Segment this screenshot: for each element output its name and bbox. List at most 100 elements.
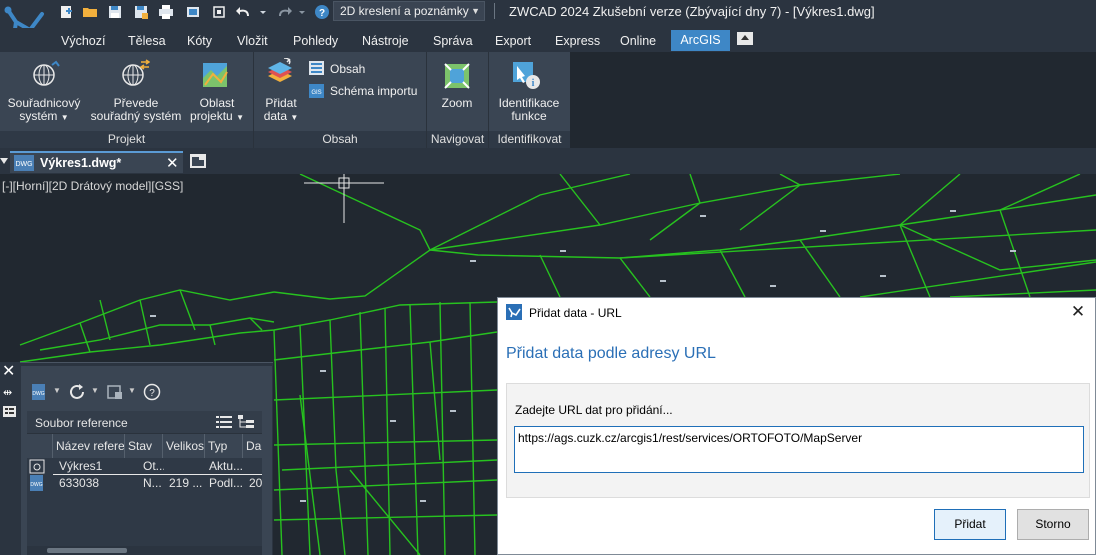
chevron-down-icon: ▼ <box>471 6 480 16</box>
refresh-icon[interactable] <box>68 383 86 401</box>
column-header-status[interactable]: Stav <box>125 434 163 458</box>
svg-text:i: i <box>532 78 535 89</box>
attach-dwg-icon[interactable]: DWG <box>30 383 48 401</box>
tree-view-icon[interactable] <box>238 415 254 429</box>
svg-text:?: ? <box>149 388 155 399</box>
column-header-size[interactable]: Velikost <box>163 434 205 458</box>
print-icon[interactable] <box>158 4 174 20</box>
reference-files-header: Soubor reference <box>27 411 262 434</box>
open-folder-icon[interactable] <box>82 4 98 20</box>
auto-hide-icon[interactable]: ⇹ <box>3 386 12 399</box>
add-data-icon <box>268 58 292 82</box>
row-date <box>246 458 262 474</box>
tab-nastroje[interactable]: Nástroje <box>362 34 409 48</box>
svg-text:DWG: DWG <box>15 161 32 168</box>
panel-navigovat-label: Navigovat <box>427 131 488 148</box>
horizontal-scrollbar[interactable] <box>27 546 262 555</box>
tab-sprava[interactable]: Správa <box>433 34 473 48</box>
change-path-icon[interactable] <box>106 383 124 401</box>
save-icon[interactable] <box>107 4 123 20</box>
column-header-icon[interactable] <box>27 434 53 458</box>
dialog-title-bar[interactable]: Přidat data - URL ✕ <box>498 298 1095 327</box>
plot-icon[interactable] <box>185 4 201 20</box>
zoom-extents-icon[interactable] <box>211 4 227 20</box>
tab-document[interactable]: DWG Výkres1.dwg* ✕ <box>10 151 183 173</box>
row-size: 219 ... <box>169 476 203 490</box>
chevron-down-icon[interactable]: ▼ <box>53 386 61 395</box>
help-icon[interactable]: ? <box>143 383 161 401</box>
identify-label-2: funkce <box>511 109 547 123</box>
zoom-button[interactable]: Zoom <box>428 97 486 110</box>
import-schema-button[interactable]: Schéma importu <box>330 84 417 98</box>
row-name: 633038 <box>59 476 100 490</box>
project-area-button[interactable]: Oblast projektu ▼ <box>186 97 248 124</box>
chevron-down-icon: ▼ <box>236 113 244 122</box>
content-button[interactable]: Obsah <box>330 62 365 76</box>
close-icon[interactable]: ✕ <box>2 364 15 380</box>
redo-icon[interactable] <box>276 4 292 20</box>
tab-koty[interactable]: Kóty <box>187 34 212 48</box>
cancel-button[interactable]: Storno <box>1017 509 1089 540</box>
ribbon-collapse-button[interactable] <box>737 32 753 45</box>
title-separator <box>494 3 495 19</box>
viewport-controls-label[interactable]: [-][Horní][2D Drátový model][GSS] <box>2 179 183 193</box>
help-icon[interactable]: ? <box>314 4 330 20</box>
transform-coordinates-icon <box>122 59 150 86</box>
content-icon <box>309 61 324 75</box>
add-data-button[interactable]: Přidat data ▼ <box>256 97 306 124</box>
add-button[interactable]: Přidat <box>934 509 1006 540</box>
panel-identifikovat-label: Identifikovat <box>489 131 570 148</box>
transform-coordinates-button[interactable]: Převede souřadný systém <box>86 97 186 123</box>
row-date: 20 <box>249 476 262 490</box>
tab-express[interactable]: Express <box>555 34 600 48</box>
undo-dropdown-icon[interactable] <box>258 4 268 20</box>
column-header-type[interactable]: Typ <box>205 434 243 458</box>
chevron-down-icon[interactable]: ▼ <box>91 386 99 395</box>
add-data-url-dialog: Přidat data - URL ✕ Přidat data podle ad… <box>497 297 1096 555</box>
tab-pohledy[interactable]: Pohledy <box>293 34 338 48</box>
properties-icon[interactable] <box>3 406 16 417</box>
add-data-label-2: data ▼ <box>256 110 306 124</box>
tab-online[interactable]: Online <box>620 34 656 48</box>
transform-label-2: souřadný systém <box>90 109 182 123</box>
identify-feature-button[interactable]: Identifikace funkce <box>489 97 569 123</box>
save-as-icon[interactable] <box>133 4 149 20</box>
reference-panel-sidebar: ✕ ⇹ <box>0 362 20 555</box>
coordinate-system-icon <box>33 60 60 86</box>
reference-files-header-label: Soubor reference <box>35 416 128 430</box>
undo-icon[interactable] <box>236 4 252 20</box>
scrollbar-thumb[interactable] <box>47 548 127 553</box>
chevron-down-icon[interactable]: ▼ <box>128 386 136 395</box>
workspace-dropdown[interactable]: 2D kreslení a poznámky ▼ <box>333 1 485 21</box>
chevron-down-icon: ▼ <box>60 113 69 122</box>
column-header-date[interactable]: Da <box>243 434 262 458</box>
identify-feature-icon: i <box>513 62 540 89</box>
list-view-icon[interactable] <box>216 415 232 429</box>
url-prompt-label: Zadejte URL dat pro přidání... <box>515 403 673 417</box>
import-schema-icon: GIS <box>309 84 324 98</box>
panel-projekt-label: Projekt <box>0 131 253 148</box>
new-file-icon[interactable] <box>58 4 74 20</box>
column-header-name[interactable]: Název referen <box>53 434 125 458</box>
new-tab-icon[interactable] <box>190 154 206 168</box>
tab-telesa[interactable]: Tělesa <box>128 34 166 48</box>
reference-files-table: Název referen Stav Velikost Typ Da Výkre… <box>27 434 262 555</box>
close-icon[interactable]: ✕ <box>166 154 179 172</box>
tab-export[interactable]: Export <box>495 34 531 48</box>
row-type: Aktu... <box>209 459 242 473</box>
coordinate-system-button[interactable]: Souřadnicový systém ▼ <box>2 97 86 124</box>
tab-vlozit[interactable]: Vložit <box>237 34 268 48</box>
close-icon[interactable]: ✕ <box>1068 303 1088 323</box>
url-input[interactable]: https://ags.cuzk.cz/arcgis1/rest/service… <box>514 426 1084 473</box>
row-type: Podl... <box>209 476 242 490</box>
dwg-file-icon: DWG <box>30 475 43 491</box>
tab-menu-arrow-icon[interactable] <box>0 156 8 166</box>
project-area-label-2: projektu ▼ <box>186 110 248 124</box>
svg-text:GIS: GIS <box>311 90 321 96</box>
svg-text:?: ? <box>319 8 325 19</box>
row-size <box>164 458 204 474</box>
tab-vychozi[interactable]: Výchozí <box>61 34 105 48</box>
redo-dropdown-icon[interactable] <box>297 4 307 20</box>
tab-arcgis[interactable]: ArcGIS <box>671 30 730 51</box>
panel-obsah-label: Obsah <box>254 131 426 148</box>
